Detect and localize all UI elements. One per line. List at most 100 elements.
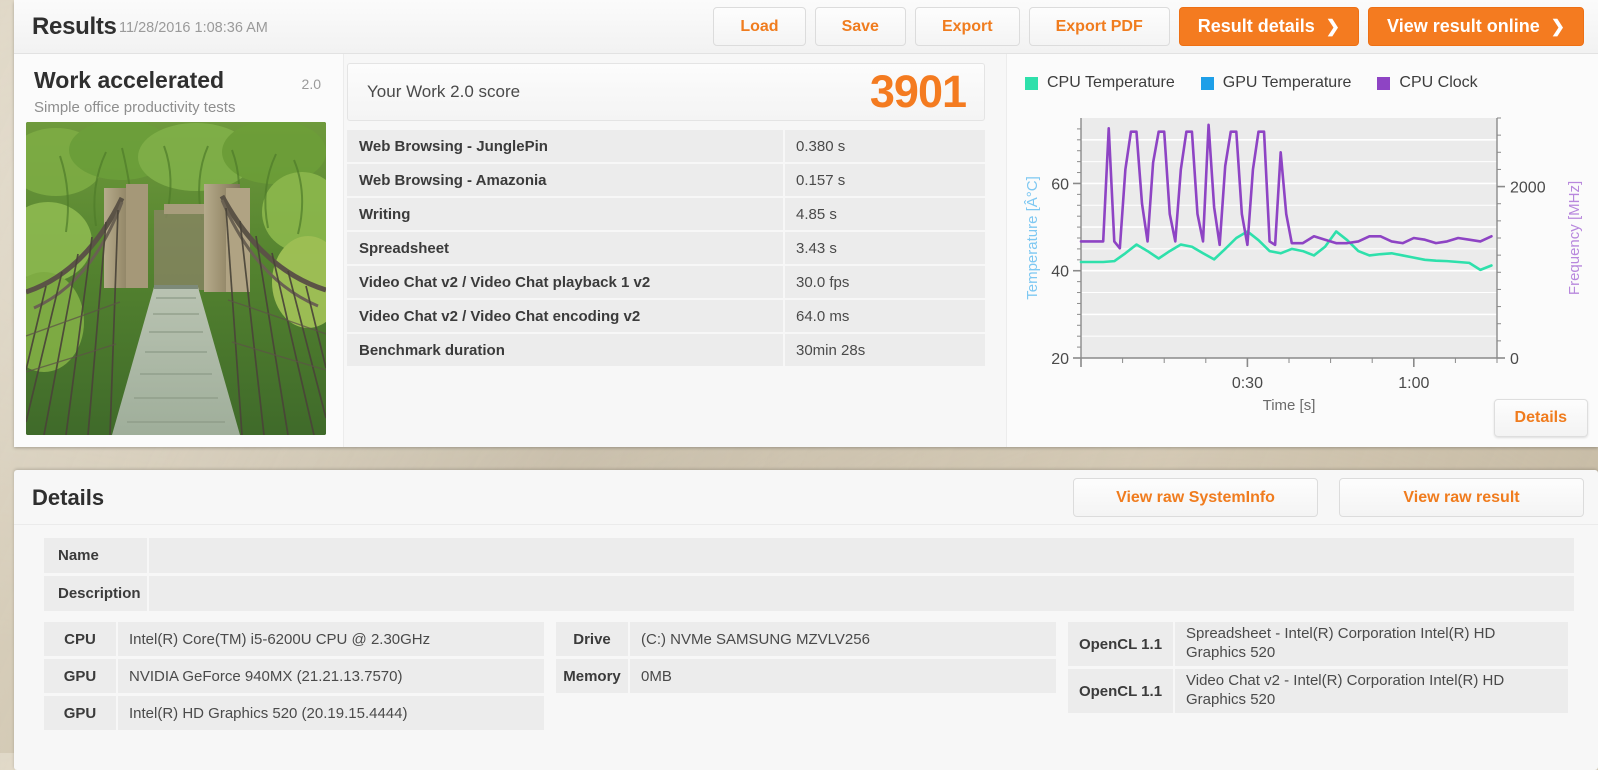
svg-text:20: 20 (1051, 351, 1069, 368)
result-value: 64.0 ms (785, 300, 985, 332)
spec-value: NVIDIA GeForce 940MX (21.21.13.7570) (118, 659, 544, 693)
suspension-bridge-photo (26, 122, 326, 435)
field-value[interactable] (149, 538, 1574, 573)
chart-legend: CPU Temperature GPU Temperature CPU Clock (1025, 74, 1478, 92)
view-raw-result-button[interactable]: View raw result (1339, 478, 1584, 517)
spec-key: CPU (44, 622, 116, 656)
svg-text:Frequency [MHz]: Frequency [MHz] (1566, 181, 1583, 295)
spec-row: OpenCL 1.1 Video Chat v2 - Intel(R) Corpo… (1068, 669, 1568, 713)
score-panel: Your Work 2.0 score 3901 Web Browsing - … (345, 54, 1005, 447)
chart-details-button[interactable]: Details (1493, 399, 1588, 437)
score-value: 3901 (869, 66, 967, 117)
name-description-table: Name Description (44, 538, 1574, 614)
monitoring-chart-panel: CPU Temperature GPU Temperature CPU Clock … (1006, 54, 1598, 447)
field-value[interactable] (149, 576, 1574, 611)
result-value: 30.0 fps (785, 266, 985, 298)
score-box: Your Work 2.0 score 3901 (347, 63, 985, 121)
legend-item[interactable]: CPU Clock (1377, 74, 1478, 92)
svg-text:60: 60 (1051, 176, 1069, 193)
svg-text:1:00: 1:00 (1398, 375, 1429, 392)
spec-key: GPU (44, 659, 116, 693)
result-value: 0.380 s (785, 130, 985, 162)
spec-value: 0MB (630, 659, 1056, 693)
table-row: Benchmark duration 30min 28s (347, 334, 985, 366)
svg-text:Time [s]: Time [s] (1263, 397, 1316, 414)
svg-text:0:30: 0:30 (1232, 375, 1263, 392)
opencl-column: OpenCL 1.1 Spreadsheet - Intel(R) Corpora… (1068, 622, 1568, 733)
benchmark-name: Work accelerated (34, 67, 225, 93)
details-header: Details View raw SystemInfo View raw res… (14, 470, 1598, 525)
table-row: Writing 4.85 s (347, 198, 985, 230)
field-label: Name (44, 538, 147, 573)
spec-row: OpenCL 1.1 Spreadsheet - Intel(R) Corpora… (1068, 622, 1568, 666)
spec-key: GPU (44, 696, 116, 730)
svg-text:2000: 2000 (1510, 180, 1546, 197)
svg-text:0: 0 (1510, 351, 1519, 368)
table-row: Video Chat v2 / Video Chat encoding v2 64… (347, 300, 985, 332)
spec-key: Memory (556, 659, 628, 693)
spec-key: OpenCL 1.1 (1068, 669, 1173, 713)
monitoring-chart: 60 40 20 2000 0 0:30 1:00 Time [s] Temperature [… (1019, 106, 1587, 436)
results-table: Web Browsing - JunglePin 0.380 s Web Brows… (347, 130, 985, 368)
export-button[interactable]: Export (914, 7, 1020, 46)
table-row: Spreadsheet 3.43 s (347, 232, 985, 264)
spec-row: CPU Intel(R) Core(TM) i5-6200U CPU @ 2.30… (44, 622, 544, 656)
details-title: Details (32, 485, 105, 510)
results-header-bar: Results 11/28/2016 1:08:36 AM Load Save … (14, 0, 1598, 54)
spec-value: (C:) NVMe SAMSUNG MZVLV256 (630, 622, 1056, 656)
view-result-online-label: View result online (1387, 16, 1540, 36)
table-row: Web Browsing - JunglePin 0.380 s (347, 130, 985, 162)
benchmark-version: 2.0 (301, 76, 321, 92)
result-name: Benchmark duration (347, 334, 783, 366)
spec-row: GPU NVIDIA GeForce 940MX (21.21.13.7570) (44, 659, 544, 693)
legend-swatch-icon (1200, 76, 1214, 90)
legend-label: CPU Temperature (1047, 74, 1175, 91)
legend-item[interactable]: CPU Temperature (1025, 74, 1175, 92)
result-value: 30min 28s (785, 334, 985, 366)
spec-key: Drive (556, 622, 628, 656)
table-row: Description (44, 576, 1574, 611)
spec-row: GPU Intel(R) HD Graphics 520 (20.19.15.44… (44, 696, 544, 730)
results-body: Work accelerated 2.0 Simple office produ… (14, 54, 1598, 447)
result-details-label: Result details (1197, 16, 1315, 36)
result-value: 4.85 s (785, 198, 985, 230)
legend-label: GPU Temperature (1222, 74, 1352, 91)
spec-value: Video Chat v2 - Intel(R) Corporation Int… (1175, 669, 1568, 713)
table-row: Web Browsing - Amazonia 0.157 s (347, 164, 985, 196)
results-card: Results 11/28/2016 1:08:36 AM Load Save … (14, 0, 1598, 447)
spec-value: Intel(R) HD Graphics 520 (20.19.15.4444) (118, 696, 544, 730)
system-spec-grid: CPU Intel(R) Core(TM) i5-6200U CPU @ 2.30… (44, 622, 1584, 733)
spec-value: Spreadsheet - Intel(R) Corporation Intel… (1175, 622, 1568, 666)
legend-swatch-icon (1025, 76, 1038, 90)
hardware-column: CPU Intel(R) Core(TM) i5-6200U CPU @ 2.30… (44, 622, 544, 733)
spec-value: Intel(R) Core(TM) i5-6200U CPU @ 2.30GHz (118, 622, 544, 656)
page-title: Results (32, 13, 117, 40)
score-label: Your Work 2.0 score (367, 82, 521, 101)
result-name: Spreadsheet (347, 232, 783, 264)
result-details-button[interactable]: Result details ❯ (1178, 7, 1360, 46)
svg-text:40: 40 (1051, 264, 1069, 281)
header-toolbar: Load Save Export Export PDF Result detai… (713, 7, 1584, 46)
result-name: Writing (347, 198, 783, 230)
legend-label: CPU Clock (1399, 74, 1478, 91)
result-value: 0.157 s (785, 164, 985, 196)
view-result-online-button[interactable]: View result online ❯ (1368, 7, 1584, 46)
table-row: Video Chat v2 / Video Chat playback 1 v2… (347, 266, 985, 298)
load-button[interactable]: Load (713, 7, 806, 46)
svg-text:Temperature [Â°C]: Temperature [Â°C] (1024, 176, 1041, 300)
save-button[interactable]: Save (814, 7, 906, 46)
field-label: Description (44, 576, 147, 611)
legend-swatch-icon (1377, 76, 1391, 90)
export-pdf-button[interactable]: Export PDF (1028, 7, 1170, 46)
result-name: Web Browsing - JunglePin (347, 130, 783, 162)
storage-column: Drive (C:) NVMe SAMSUNG MZVLV256 Memory 0MB (556, 622, 1056, 733)
benchmark-description: Simple office productivity tests (34, 99, 236, 116)
result-timestamp: 11/28/2016 1:08:36 AM (119, 20, 268, 36)
chevron-right-icon: ❯ (1550, 16, 1565, 36)
legend-item[interactable]: GPU Temperature (1200, 74, 1352, 92)
result-value: 3.43 s (785, 232, 985, 264)
view-raw-systeminfo-button[interactable]: View raw SystemInfo (1073, 478, 1318, 517)
details-card: Details View raw SystemInfo View raw res… (14, 470, 1598, 770)
spec-row: Drive (C:) NVMe SAMSUNG MZVLV256 (556, 622, 1056, 656)
spec-row: Memory 0MB (556, 659, 1056, 693)
